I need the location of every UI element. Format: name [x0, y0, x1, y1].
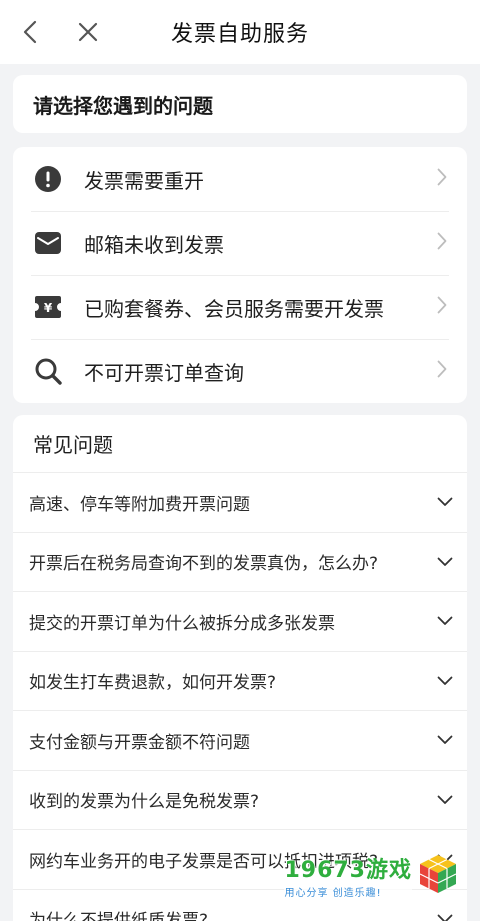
page-title: 发票自助服务: [170, 22, 309, 47]
faq-question: 收到的发票为什么是免税发票?: [29, 792, 260, 813]
prompt-title: 请选择您遇到的问题: [33, 93, 213, 118]
prompt-card: 请选择您遇到的问题: [13, 75, 467, 133]
chevron-down-icon: [437, 552, 453, 572]
mail-icon: [33, 228, 63, 258]
faq-question: 提交的开票订单为什么被拆分成多张发票: [29, 613, 335, 634]
chevron-down-icon: [437, 730, 453, 750]
faq-question: 开票后在税务局查询不到的发票真伪，怎么办?: [29, 554, 379, 575]
faq-question: 为什么不提供纸质发票?: [29, 906, 429, 921]
issue-label: 邮箱未收到发票: [84, 232, 224, 257]
chevron-right-icon: [437, 168, 447, 190]
search-icon: [33, 356, 63, 386]
svg-text:¥: ¥: [44, 301, 53, 315]
faq-question: 支付金额与开票金额不符问题: [29, 732, 250, 753]
watermark-sub: 用心分享 创造乐趣!: [284, 884, 412, 899]
chevron-down-icon: [437, 790, 453, 810]
issue-item-mail[interactable]: 邮箱未收到发票: [13, 211, 467, 275]
chevron-down-icon: [437, 611, 453, 631]
watermark-main: 19673游戏: [284, 858, 412, 883]
faq-card: 常见问题 高速、停车等附加费开票问题 开票后在税务局查询不到的发票真伪，怎么办?…: [13, 415, 467, 921]
faq-item[interactable]: 提交的开票订单为什么被拆分成多张发票: [13, 592, 467, 652]
chevron-down-icon: [437, 671, 453, 691]
faq-title: 常见问题: [13, 415, 467, 473]
yen-ticket-icon: ¥: [33, 292, 63, 322]
cube-logo-icon: [418, 853, 458, 899]
issue-label: 已购套餐券、会员服务需要开发票: [84, 296, 384, 321]
faq-item[interactable]: 收到的发票为什么是免税发票?: [13, 771, 467, 830]
chevron-right-icon: [437, 232, 447, 254]
chevron-right-icon: [437, 296, 447, 318]
faq-question: 高速、停车等附加费开票问题: [29, 494, 250, 515]
nav-bar: 发票自助服务: [0, 0, 480, 64]
watermark-text: 19673游戏 用心分享 创造乐趣!: [284, 852, 412, 899]
back-arrow-icon[interactable]: [16, 18, 44, 46]
faq-question: 如发生打车费退款，如何开发票?: [29, 673, 277, 694]
issue-item-query[interactable]: 不可开票订单查询: [13, 339, 467, 403]
close-icon[interactable]: [74, 18, 102, 46]
issue-item-reissue[interactable]: 发票需要重开: [13, 147, 467, 211]
faq-item[interactable]: 高速、停车等附加费开票问题: [13, 473, 467, 533]
exclamation-icon: [33, 164, 63, 194]
issue-list: 发票需要重开 邮箱未收到发票 ¥ 已购套餐券、会员服务需要开发票 不可开票订单查…: [13, 147, 467, 403]
chevron-down-icon: [437, 909, 453, 921]
chevron-down-icon: [437, 492, 453, 512]
chevron-right-icon: [437, 360, 447, 382]
issue-label: 发票需要重开: [84, 168, 204, 193]
faq-item[interactable]: 如发生打车费退款，如何开发票?: [13, 652, 467, 711]
faq-item[interactable]: 开票后在税务局查询不到的发票真伪，怎么办?: [13, 533, 467, 592]
issue-label: 不可开票订单查询: [84, 360, 244, 385]
issue-item-package[interactable]: ¥ 已购套餐券、会员服务需要开发票: [13, 275, 467, 339]
faq-item[interactable]: 支付金额与开票金额不符问题: [13, 711, 467, 771]
watermark: 19673游戏 用心分享 创造乐趣!: [284, 852, 458, 899]
